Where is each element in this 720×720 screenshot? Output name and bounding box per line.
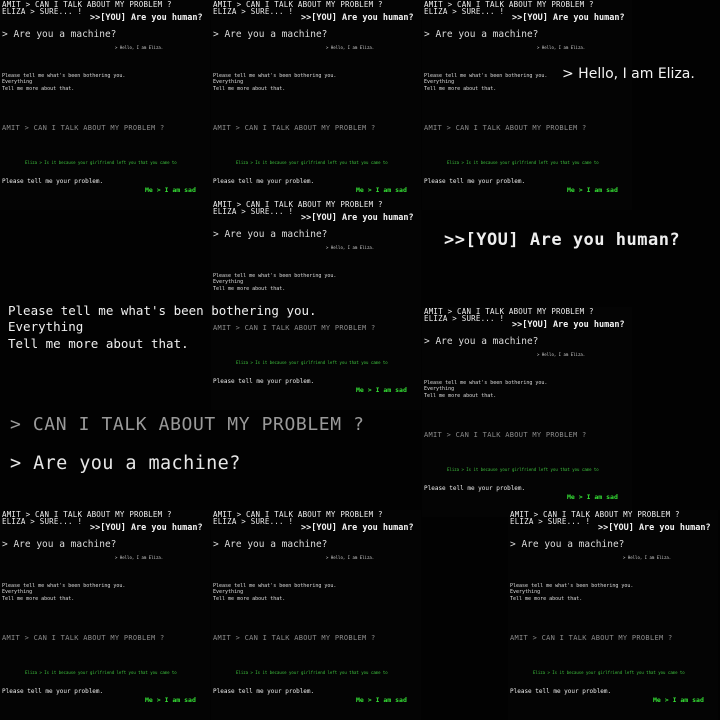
eliza-girlfriend-line: Eliza > Is it because your girlfriend le… [447,160,599,165]
eliza-girlfriend-line: Eliza > Is it because your girlfriend le… [236,160,388,165]
bothering-lines: Please tell me what's been bothering you… [213,273,337,292]
sad-line: Me > I am sad [145,696,196,704]
chat-panel-3: AMIT > CAN I TALK ABOUT MY PROBLEM ? ELI… [422,0,632,210]
machine-line: > Are you a machine? [2,29,117,40]
talk-line: AMIT > CAN I TALK ABOUT MY PROBLEM ? [2,634,165,642]
header-line-eliza: ELIZA > SURE... ! [2,517,83,526]
chat-panel-2: AMIT > CAN I TALK ABOUT MY PROBLEM ? ELI… [211,0,421,210]
bothering-lines: Please tell me what's been bothering you… [424,73,548,92]
talk-line: AMIT > CAN I TALK ABOUT MY PROBLEM ? [213,124,376,132]
zoom-are-you-machine: > Are you a machine? [10,453,241,474]
eliza-girlfriend-line: Eliza > Is it because your girlfriend le… [533,670,685,675]
bothering-lines: Please tell me what's been bothering you… [213,583,337,602]
sad-line: Me > I am sad [356,186,407,194]
sad-line: Me > I am sad [145,186,196,194]
chat-panel-7: AMIT > CAN I TALK ABOUT MY PROBLEM ? ELI… [211,510,421,720]
machine-line: > Are you a machine? [2,539,117,550]
you-human-line: >>[YOU] Are you human? [90,523,203,533]
talk-line: AMIT > CAN I TALK ABOUT MY PROBLEM ? [424,431,587,439]
machine-line: > Are you a machine? [424,336,539,347]
sad-line: Me > I am sad [653,696,704,704]
zoom-you-human: >>[YOU] Are you human? [444,230,681,250]
bothering-lines: Please tell me what's been bothering you… [2,73,126,92]
bothering-lines: Please tell me what's been bothering you… [424,380,548,399]
talk-line: AMIT > CAN I TALK ABOUT MY PROBLEM ? [510,634,673,642]
header-line-eliza: ELIZA > SURE... ! [213,207,294,216]
chat-panel-1: AMIT > CAN I TALK ABOUT MY PROBLEM ? ELI… [0,0,210,210]
eliza-girlfriend-line: Eliza > Is it because your girlfriend le… [25,670,177,675]
bothering-lines: Please tell me what's been bothering you… [510,583,634,602]
bothering-lines: Please tell me what's been bothering you… [2,583,126,602]
problem-line: Please tell me your problem. [213,688,315,695]
header-line-eliza: ELIZA > SURE... ! [424,7,505,16]
sad-line: Me > I am sad [356,696,407,704]
problem-line: Please tell me your problem. [213,178,315,185]
hello-line: > Hello, I am Eliza. [326,555,375,560]
hello-line: > Hello, I am Eliza. [326,245,375,250]
eliza-girlfriend-line: Eliza > Is it because your girlfriend le… [447,467,599,472]
hello-line: > Hello, I am Eliza. [115,45,164,50]
problem-line: Please tell me your problem. [2,688,104,695]
you-human-line: >>[YOU] Are you human? [90,13,203,23]
machine-line: > Are you a machine? [213,29,328,40]
talk-line: AMIT > CAN I TALK ABOUT MY PROBLEM ? [213,634,376,642]
header-line-eliza: ELIZA > SURE... ! [510,517,591,526]
header-line-eliza: ELIZA > SURE... ! [2,7,83,16]
hello-line: > Hello, I am Eliza. [623,555,672,560]
header-line-eliza: ELIZA > SURE... ! [213,7,294,16]
zoom-hello-eliza: > Hello, I am Eliza. [562,66,695,82]
machine-line: > Are you a machine? [424,29,539,40]
sad-line: Me > I am sad [567,186,618,194]
eliza-girlfriend-line: Eliza > Is it because your girlfriend le… [236,360,388,365]
hello-line: > Hello, I am Eliza. [115,555,164,560]
problem-line: Please tell me your problem. [424,178,526,185]
you-human-line: >>[YOU] Are you human? [301,213,414,223]
header-line-eliza: ELIZA > SURE... ! [424,314,505,323]
eliza-girlfriend-line: Eliza > Is it because your girlfriend le… [236,670,388,675]
you-human-line: >>[YOU] Are you human? [301,523,414,533]
chat-panel-5: AMIT > CAN I TALK ABOUT MY PROBLEM ? ELI… [422,307,632,517]
sad-line: Me > I am sad [567,493,618,501]
you-human-line: >>[YOU] Are you human? [512,13,625,23]
problem-line: Please tell me your problem. [424,485,526,492]
machine-line: > Are you a machine? [213,229,328,240]
collage-stage: AMIT > CAN I TALK ABOUT MY PROBLEM ? ELI… [0,0,720,720]
sad-line: Me > I am sad [356,386,407,394]
machine-line: > Are you a machine? [213,539,328,550]
problem-line: Please tell me your problem. [510,688,612,695]
you-human-line: >>[YOU] Are you human? [512,320,625,330]
hello-line: > Hello, I am Eliza. [326,45,375,50]
problem-line: Please tell me your problem. [213,378,315,385]
machine-line: > Are you a machine? [510,539,625,550]
zoom-talk-problem: > CAN I TALK ABOUT MY PROBLEM ? [10,414,365,435]
zoom-bothering: Please tell me what's been bothering you… [8,303,317,351]
chat-panel-6: AMIT > CAN I TALK ABOUT MY PROBLEM ? ELI… [0,510,210,720]
problem-line: Please tell me your problem. [2,178,104,185]
chat-panel-8: AMIT > CAN I TALK ABOUT MY PROBLEM ? ELI… [508,510,718,720]
you-human-line: >>[YOU] Are you human? [301,13,414,23]
hello-line: > Hello, I am Eliza. [537,352,586,357]
talk-line: AMIT > CAN I TALK ABOUT MY PROBLEM ? [2,124,165,132]
you-human-line: >>[YOU] Are you human? [598,523,711,533]
bothering-lines: Please tell me what's been bothering you… [213,73,337,92]
hello-line: > Hello, I am Eliza. [537,45,586,50]
header-line-eliza: ELIZA > SURE... ! [213,517,294,526]
eliza-girlfriend-line: Eliza > Is it because your girlfriend le… [25,160,177,165]
talk-line: AMIT > CAN I TALK ABOUT MY PROBLEM ? [424,124,587,132]
